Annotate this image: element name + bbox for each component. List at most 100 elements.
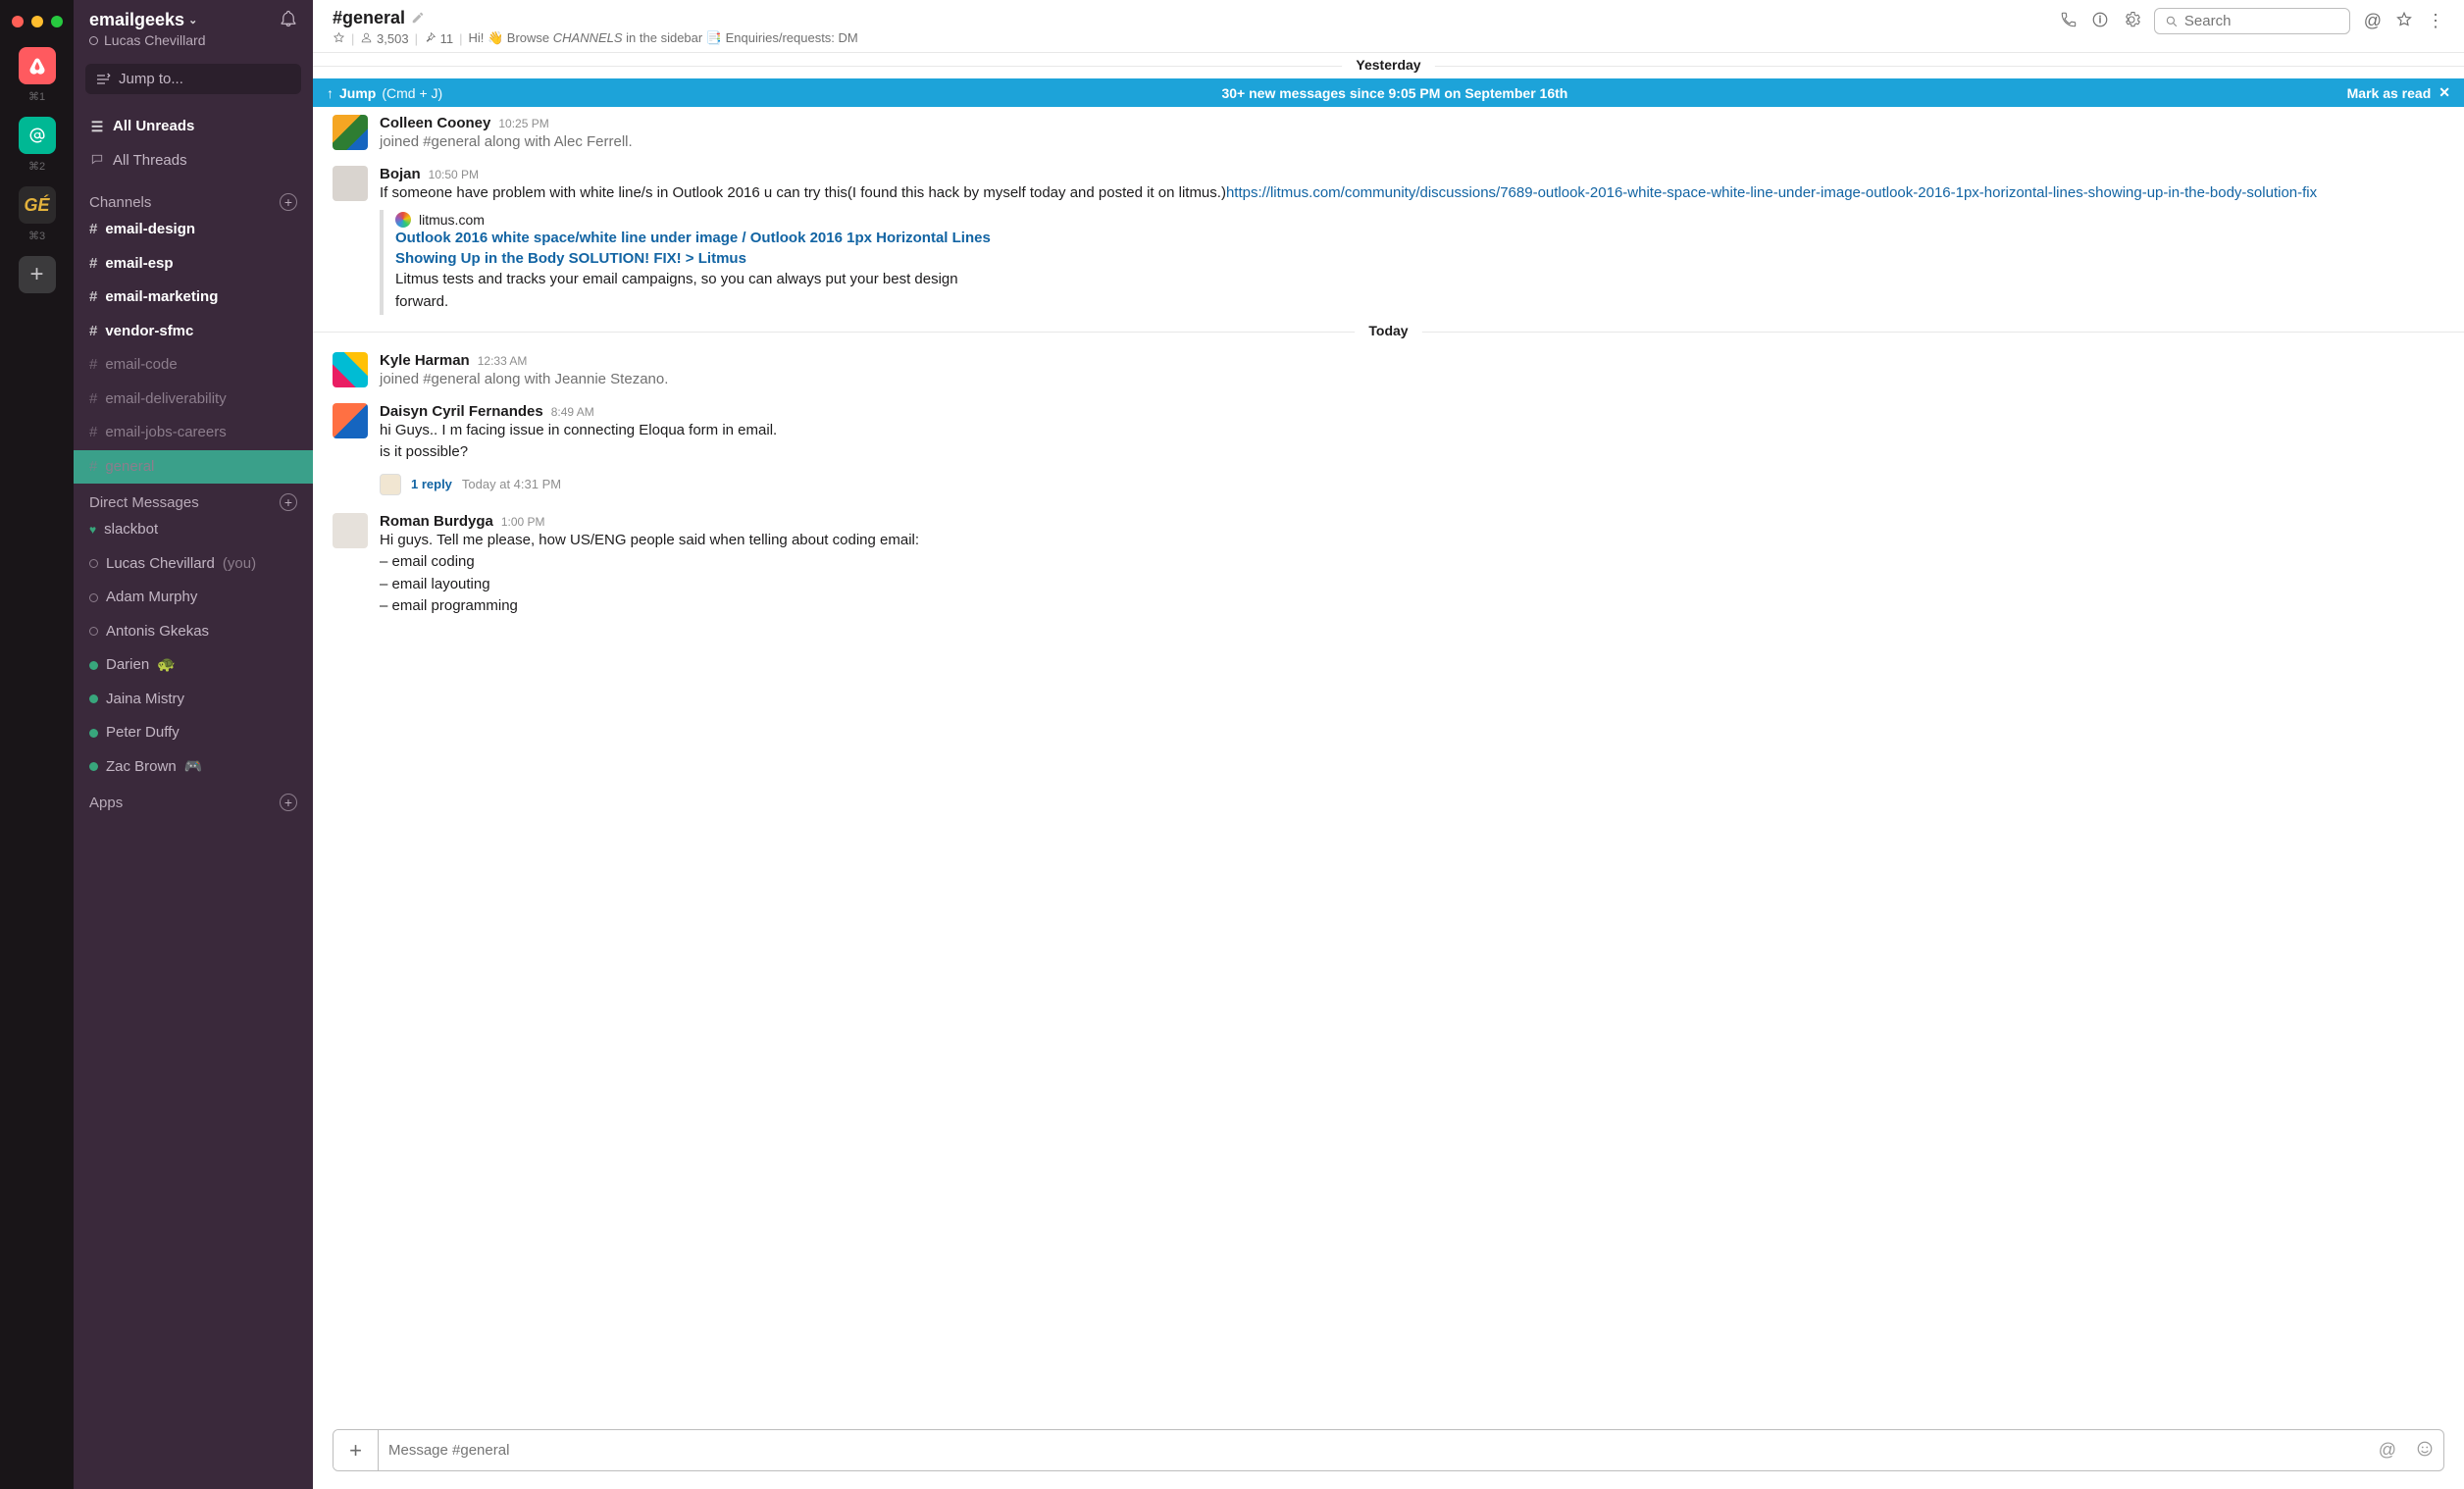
- hash-icon: #: [89, 250, 97, 279]
- channel-item-label: vendor-sfmc: [105, 318, 193, 346]
- smile-icon: [2416, 1440, 2434, 1458]
- new-dm-button[interactable]: +: [280, 493, 297, 511]
- preview-title[interactable]: Outlook 2016 white space/white line unde…: [395, 228, 1007, 269]
- maximize-window-icon[interactable]: [51, 16, 63, 27]
- message[interactable]: Colleen Cooney 10:25 PM joined #general …: [313, 107, 2464, 158]
- channel-item-email-esp[interactable]: #email-esp: [74, 247, 313, 282]
- current-user[interactable]: Lucas Chevillard: [89, 30, 297, 48]
- thread-summary[interactable]: 1 reply Today at 4:31 PM: [313, 468, 2464, 505]
- dm-item[interactable]: Adam Murphy: [74, 581, 313, 615]
- star-icon: [333, 31, 345, 44]
- hash-icon: #: [89, 453, 97, 482]
- workspace-switch-3[interactable]: GÉ: [19, 186, 56, 224]
- channel-item-email-jobs-careers[interactable]: #email-jobs-careers: [74, 416, 313, 450]
- members-count: 3,503: [377, 31, 409, 46]
- dm-item[interactable]: Jaina Mistry: [74, 683, 313, 717]
- more-actions-button[interactable]: ⋮: [2427, 11, 2444, 31]
- message-sender[interactable]: Colleen Cooney: [380, 115, 490, 131]
- dm-list: ♥slackbotLucas Chevillard (you)Adam Murp…: [74, 513, 313, 784]
- channel-topic[interactable]: Hi! 👋 Browse CHANNELS in the sidebar 📑 E…: [468, 30, 857, 46]
- hash-icon: #: [89, 216, 97, 244]
- add-app-button[interactable]: +: [280, 794, 297, 811]
- arrow-up-icon: ↑: [327, 85, 334, 101]
- channel-info-button[interactable]: [2091, 11, 2109, 31]
- search-box[interactable]: [2154, 8, 2350, 34]
- message-text: hi Guys.. I m facing issue in connecting…: [380, 420, 2444, 464]
- all-threads-label: All Threads: [113, 147, 187, 176]
- notifications-button[interactable]: [280, 10, 297, 30]
- channel-header: #general | 3,503 | 11 |: [313, 0, 2464, 53]
- airbnb-icon: [28, 57, 46, 75]
- workspace-switch-1[interactable]: [19, 47, 56, 84]
- pins-button[interactable]: 11: [424, 31, 453, 46]
- dm-item[interactable]: Peter Duffy: [74, 716, 313, 750]
- workspace-switch-2[interactable]: [19, 117, 56, 154]
- message[interactable]: Roman Burdyga 1:00 PM Hi guys. Tell me p…: [313, 505, 2464, 622]
- message-input[interactable]: [379, 1430, 2369, 1470]
- mentions-button[interactable]: @: [2364, 11, 2382, 31]
- workspace-menu-button[interactable]: emailgeeks ⌄: [89, 10, 197, 30]
- channel-item-email-deliverability[interactable]: #email-deliverability: [74, 383, 313, 417]
- search-icon: [2165, 14, 2179, 29]
- all-threads-link[interactable]: All Threads: [74, 144, 313, 179]
- channel-settings-button[interactable]: [2123, 11, 2140, 31]
- message-text: Hi guys. Tell me please, how US/ENG peop…: [380, 530, 2444, 618]
- heart-icon: ♥: [89, 519, 96, 541]
- avatar[interactable]: [333, 115, 368, 150]
- jump-to-button[interactable]: Jump to...: [85, 64, 301, 94]
- message-sender[interactable]: Bojan: [380, 166, 421, 182]
- thread-reply-count[interactable]: 1 reply: [411, 477, 452, 491]
- dm-item[interactable]: Darien 🐢: [74, 648, 313, 683]
- close-icon[interactable]: ✕: [2438, 84, 2450, 101]
- message-sender[interactable]: Kyle Harman: [380, 352, 470, 369]
- message[interactable]: Bojan 10:50 PM If someone have problem w…: [313, 158, 2464, 320]
- members-button[interactable]: 3,503: [360, 31, 408, 46]
- window-traffic-lights: [12, 8, 63, 47]
- phone-icon: [2060, 11, 2078, 28]
- dm-item[interactable]: Lucas Chevillard (you): [74, 547, 313, 582]
- pin-icon: [424, 31, 436, 44]
- channel-title[interactable]: #general: [333, 8, 858, 28]
- channel-item-general[interactable]: #general: [74, 450, 313, 485]
- message-time: 8:49 AM: [551, 405, 594, 419]
- star-channel-button[interactable]: [333, 31, 345, 46]
- minimize-window-icon[interactable]: [31, 16, 43, 27]
- message[interactable]: Daisyn Cyril Fernandes 8:49 AM hi Guys..…: [313, 395, 2464, 468]
- channel-item-email-marketing[interactable]: #email-marketing: [74, 281, 313, 315]
- edit-topic-icon[interactable]: [411, 11, 425, 26]
- workspace-name: emailgeeks: [89, 10, 184, 30]
- litmus-favicon-icon: [395, 212, 411, 228]
- dm-item[interactable]: Zac Brown 🎮: [74, 750, 313, 785]
- all-unreads-link[interactable]: ☰ All Unreads: [74, 110, 313, 144]
- dm-item[interactable]: Antonis Gkekas: [74, 615, 313, 649]
- avatar[interactable]: [333, 403, 368, 438]
- message-sender[interactable]: Daisyn Cyril Fernandes: [380, 403, 543, 420]
- emoji-button[interactable]: [2406, 1440, 2443, 1461]
- avatar[interactable]: [333, 513, 368, 548]
- mark-as-read-button[interactable]: Mark as read ✕: [2347, 84, 2450, 101]
- dm-item[interactable]: ♥slackbot: [74, 513, 313, 547]
- call-button[interactable]: [2060, 11, 2078, 31]
- mention-button[interactable]: @: [2369, 1440, 2406, 1461]
- channel-item-label: email-marketing: [105, 283, 218, 312]
- message[interactable]: Kyle Harman 12:33 AM joined #general alo…: [313, 344, 2464, 395]
- avatar[interactable]: [333, 166, 368, 201]
- dm-name: Zac Brown: [106, 753, 177, 782]
- add-channel-button[interactable]: +: [280, 193, 297, 211]
- jump-to-unread-button[interactable]: ↑ Jump (Cmd + J): [327, 85, 442, 101]
- close-window-icon[interactable]: [12, 16, 24, 27]
- channel-item-email-design[interactable]: #email-design: [74, 213, 313, 247]
- avatar[interactable]: [333, 352, 368, 387]
- channel-item-email-code[interactable]: #email-code: [74, 348, 313, 383]
- message-list[interactable]: Yesterday ↑ Jump (Cmd + J) 30+ new messa…: [313, 53, 2464, 1429]
- message-link[interactable]: https://litmus.com/community/discussions…: [1226, 184, 2317, 201]
- channel-item-vendor-sfmc[interactable]: #vendor-sfmc: [74, 315, 313, 349]
- starred-items-button[interactable]: [2395, 11, 2413, 31]
- message-time: 12:33 AM: [478, 354, 528, 368]
- you-label: (you): [223, 550, 256, 579]
- attach-button[interactable]: +: [334, 1430, 379, 1470]
- search-input[interactable]: [2184, 13, 2339, 29]
- add-workspace-button[interactable]: +: [19, 256, 56, 293]
- date-divider-today: Today: [313, 323, 2464, 340]
- message-sender[interactable]: Roman Burdyga: [380, 513, 493, 530]
